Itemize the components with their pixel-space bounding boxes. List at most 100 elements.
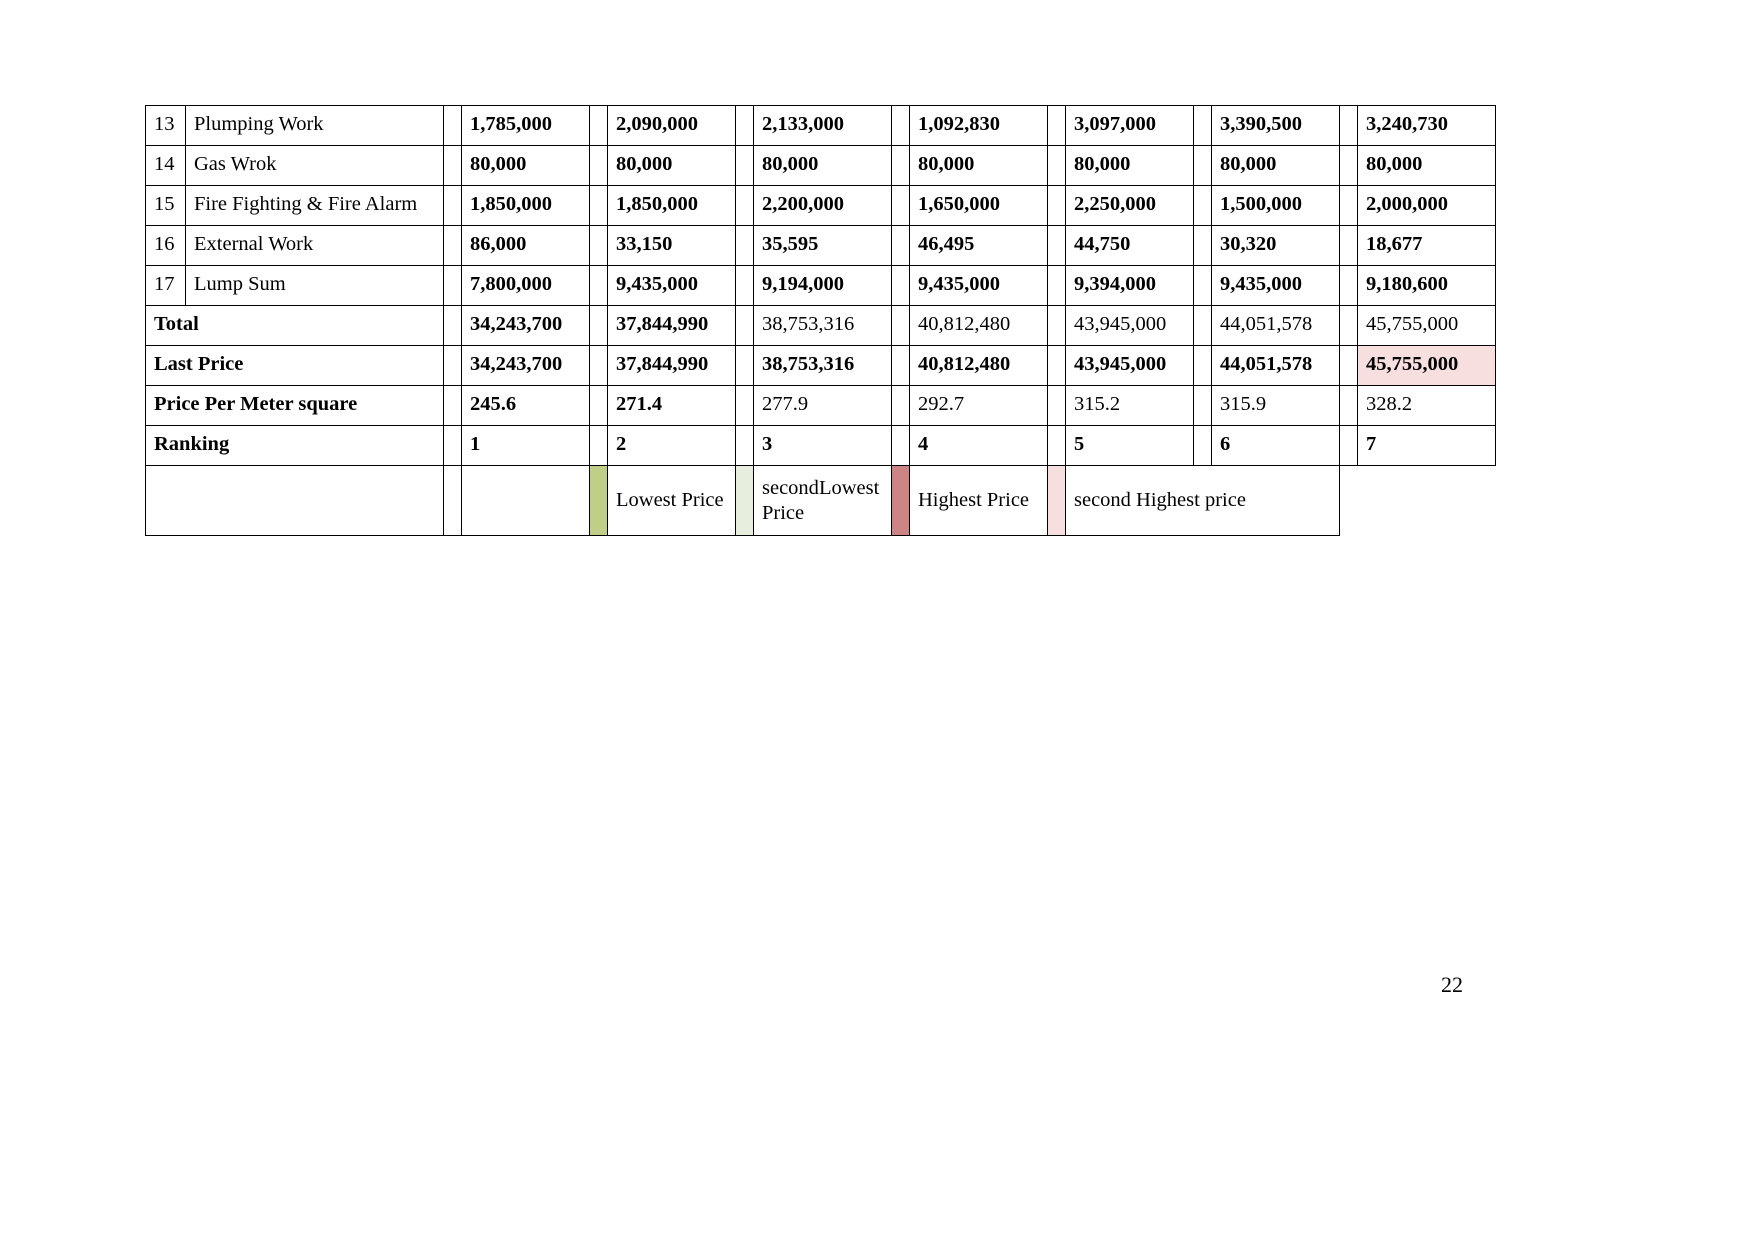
rank-bidder-1: 1 — [461, 425, 590, 466]
cell-bidder-7: 2,000,000 — [1357, 185, 1496, 226]
cell-bidder-4: 46,495 — [909, 225, 1048, 266]
ppm-bidder-4: 292.7 — [909, 385, 1048, 426]
last-price-bidder-6: 44,051,578 — [1211, 345, 1340, 386]
row-index: 15 — [145, 185, 186, 226]
row-label-last-price: Last Price — [145, 345, 444, 386]
column-gap — [443, 225, 462, 266]
table-row: 14 Gas Wrok 80,000 80,000 80,000 80,000 … — [145, 145, 1496, 186]
column-gap — [589, 225, 608, 266]
last-price-bidder-3: 38,753,316 — [753, 345, 892, 386]
total-bidder-2: 37,844,990 — [607, 305, 736, 346]
column-gap — [1193, 425, 1212, 466]
row-label-ranking: Ranking — [145, 425, 444, 466]
legend-swatch-highest — [891, 465, 910, 536]
ppm-bidder-6: 315.9 — [1211, 385, 1340, 426]
legend-label-second-highest: second Highest price — [1065, 465, 1340, 536]
cell-bidder-6: 3,390,500 — [1211, 105, 1340, 146]
cell-bidder-6: 1,500,000 — [1211, 185, 1340, 226]
rank-bidder-3: 3 — [753, 425, 892, 466]
cell-bidder-7: 80,000 — [1357, 145, 1496, 186]
cell-bidder-7: 18,677 — [1357, 225, 1496, 266]
cell-bidder-3: 80,000 — [753, 145, 892, 186]
column-gap — [589, 145, 608, 186]
row-index: 13 — [145, 105, 186, 146]
cell-bidder-1: 1,850,000 — [461, 185, 590, 226]
column-gap — [1339, 145, 1358, 186]
cell-bidder-6: 80,000 — [1211, 145, 1340, 186]
cell-bidder-2: 1,850,000 — [607, 185, 736, 226]
column-gap — [443, 345, 462, 386]
cell-bidder-5: 3,097,000 — [1065, 105, 1194, 146]
last-price-bidder-7: 45,755,000 — [1357, 345, 1496, 386]
column-gap — [1193, 385, 1212, 426]
ppm-bidder-2: 271.4 — [607, 385, 736, 426]
ppm-bidder-5: 315.2 — [1065, 385, 1194, 426]
ppm-bidder-7: 328.2 — [1357, 385, 1496, 426]
column-gap — [891, 305, 910, 346]
row-index: 14 — [145, 145, 186, 186]
column-gap — [443, 185, 462, 226]
column-gap — [735, 225, 754, 266]
total-bidder-1: 34,243,700 — [461, 305, 590, 346]
column-gap — [735, 305, 754, 346]
last-price-bidder-2: 37,844,990 — [607, 345, 736, 386]
cell-bidder-2: 2,090,000 — [607, 105, 736, 146]
column-gap — [1339, 265, 1358, 306]
cell-bidder-3: 2,133,000 — [753, 105, 892, 146]
column-gap — [1047, 105, 1066, 146]
column-gap — [1047, 345, 1066, 386]
cell-bidder-5: 44,750 — [1065, 225, 1194, 266]
column-gap — [735, 265, 754, 306]
total-bidder-5: 43,945,000 — [1065, 305, 1194, 346]
column-gap — [443, 305, 462, 346]
column-gap — [735, 105, 754, 146]
table-row-total: Total 34,243,700 37,844,990 38,753,316 4… — [145, 305, 1496, 346]
cell-bidder-1: 1,785,000 — [461, 105, 590, 146]
total-bidder-7: 45,755,000 — [1357, 305, 1496, 346]
cell-bidder-5: 80,000 — [1065, 145, 1194, 186]
legend-label-second-lowest-line2: Price — [762, 501, 805, 524]
ppm-bidder-1: 245.6 — [461, 385, 590, 426]
legend-label-second-lowest-line1: secondLowest — [762, 477, 880, 500]
column-gap — [891, 385, 910, 426]
page-number: 22 — [1441, 972, 1463, 997]
column-gap — [589, 305, 608, 346]
column-gap — [1339, 345, 1358, 386]
column-gap — [891, 345, 910, 386]
column-gap — [1047, 185, 1066, 226]
last-price-bidder-4: 40,812,480 — [909, 345, 1048, 386]
column-gap — [1339, 305, 1358, 346]
last-price-bidder-1: 34,243,700 — [461, 345, 590, 386]
column-gap — [891, 105, 910, 146]
column-gap — [1339, 425, 1358, 466]
column-gap — [443, 425, 462, 466]
table-row: 17 Lump Sum 7,800,000 9,435,000 9,194,00… — [145, 265, 1496, 306]
column-gap — [443, 265, 462, 306]
column-gap — [1193, 345, 1212, 386]
cell-bidder-4: 9,435,000 — [909, 265, 1048, 306]
column-gap — [1339, 185, 1358, 226]
cell-bidder-1: 80,000 — [461, 145, 590, 186]
cell-bidder-2: 33,150 — [607, 225, 736, 266]
cell-bidder-1: 86,000 — [461, 225, 590, 266]
rank-bidder-4: 4 — [909, 425, 1048, 466]
row-description: Plumping Work — [185, 105, 444, 146]
column-gap — [589, 345, 608, 386]
rank-bidder-2: 2 — [607, 425, 736, 466]
column-gap — [735, 425, 754, 466]
row-description: Gas Wrok — [185, 145, 444, 186]
cell-bidder-7: 9,180,600 — [1357, 265, 1496, 306]
last-price-bidder-5: 43,945,000 — [1065, 345, 1194, 386]
column-gap — [443, 105, 462, 146]
cell-bidder-5: 2,250,000 — [1065, 185, 1194, 226]
row-index: 17 — [145, 265, 186, 306]
legend-empty-label — [145, 465, 444, 536]
legend-label-highest: Highest Price — [909, 465, 1048, 536]
cell-bidder-3: 35,595 — [753, 225, 892, 266]
column-gap — [891, 145, 910, 186]
total-bidder-6: 44,051,578 — [1211, 305, 1340, 346]
column-gap — [1193, 185, 1212, 226]
column-gap — [1047, 265, 1066, 306]
column-gap — [1193, 145, 1212, 186]
legend-row: Lowest Price secondLowest Price Highest … — [145, 465, 1496, 536]
